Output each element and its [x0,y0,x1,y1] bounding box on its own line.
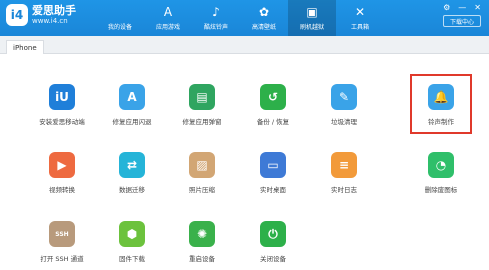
tool-label: 数据迁移 [119,186,145,194]
tool-label: 照片压缩 [189,186,215,194]
app-store-icon: A [163,5,173,19]
tool-label: 修复应用闪退 [112,118,152,126]
tool-item[interactable]: ▨ 照片压缩 [167,152,237,194]
tool-label: 安装爱思移动端 [39,118,85,126]
tool-label: 删除废图标 [424,186,458,194]
app-header: i4 爱思助手 www.i4.cn 我的设备 A 应用游戏 ♪ 酷炫铃声 ✿ 高清壁纸 ▣ 刷机… [0,0,489,36]
tool-label: 垃圾清理 [331,118,357,126]
nav-label: 应用游戏 [155,24,180,31]
nav-label: 工具箱 [350,24,369,31]
box-icon: ▣ [306,5,318,19]
tool-item[interactable]: iU 安装爱思移动端 [27,84,97,126]
tool-item[interactable]: ⬢ 固件下载 [97,221,167,263]
firmware-icon: ⬢ [119,221,145,247]
minimize-icon[interactable]: — [458,3,466,12]
nav-item[interactable]: ✿ 高清壁纸 [240,0,288,36]
power-icon: ⏻ [260,221,286,247]
highlight-box [410,74,472,134]
ssh-icon: SSH [49,221,75,247]
download-center-button[interactable]: 下载中心 [443,15,481,27]
tool-item[interactable]: ▤ 修复应用弹窗 [167,84,237,126]
device-tabbar: iPhone [0,36,489,54]
tool-item[interactable]: ✺ 重启设备 [167,221,237,263]
tool-item[interactable]: ◔ 删除废图标 [406,152,476,194]
nav-label: 我的设备 [107,24,132,31]
backup-icon: ↺ [260,84,286,110]
tool-label: 关闭设备 [260,255,286,263]
tools-icon: ✕ [354,5,366,19]
tool-label: 重启设备 [189,255,215,263]
tool-label: 修复应用弹窗 [182,118,222,126]
close-icon[interactable]: ✕ [474,3,481,12]
logo-badge: i4 [6,4,28,26]
tool-item[interactable]: A 修复应用闪退 [97,84,167,126]
photo-icon: ▨ [189,152,215,178]
tab-device[interactable]: iPhone [6,40,44,54]
nav-item[interactable]: 我的设备 [96,0,144,36]
main-nav: 我的设备 A 应用游戏 ♪ 酷炫铃声 ✿ 高清壁纸 ▣ 刷机越狱 ✕ 工具箱 [96,0,384,36]
data-migrate-icon: ⇄ [119,152,145,178]
app-name: 爱思助手 [32,3,76,17]
log-icon: ≡ [331,152,357,178]
broom-icon: ✎ [331,84,357,110]
app-logo: i4 爱思助手 www.i4.cn [6,4,76,26]
nav-item[interactable]: ✕ 工具箱 [336,0,384,36]
tool-item[interactable]: ✎ 垃圾清理 [309,84,379,126]
window-controls: ⚙ — ✕ [443,3,481,12]
i4-mobile-icon: iU [49,84,75,110]
tool-label: 实时日志 [331,186,357,194]
tool-label: 固件下载 [119,255,145,263]
nav-label: 刷机越狱 [299,24,324,31]
nav-item[interactable]: ▣ 刷机越狱 [288,0,336,36]
settings-icon[interactable]: ⚙ [443,3,450,12]
nav-label: 酷炫铃声 [203,24,228,31]
tool-item[interactable]: ▶ 视频转换 [27,152,97,194]
delete-icon-icon: ◔ [428,152,454,178]
app-repair-icon: A [119,84,145,110]
tool-label: 视频转换 [49,186,75,194]
bell-icon: ♪ [212,5,220,19]
apple-icon [113,5,128,20]
wallpaper-icon: ✿ [258,5,270,19]
nav-label: 高清壁纸 [251,24,276,31]
app-url: www.i4.cn [32,16,68,25]
tool-item[interactable]: ↺ 备份 / 恢复 [238,84,308,126]
tool-item[interactable]: ▭ 实时桌面 [238,152,308,194]
tool-item[interactable]: ≡ 实时日志 [309,152,379,194]
tool-item[interactable]: SSH 打开 SSH 通道 [27,221,97,263]
tool-item[interactable]: ⏻ 关闭设备 [238,221,308,263]
restart-icon: ✺ [189,221,215,247]
popup-repair-icon: ▤ [189,84,215,110]
video-convert-icon: ▶ [49,152,75,178]
tool-item[interactable]: ⇄ 数据迁移 [97,152,167,194]
tool-label: 打开 SSH 通道 [40,255,84,263]
desktop-icon: ▭ [260,152,286,178]
tool-label: 实时桌面 [260,186,286,194]
nav-item[interactable]: A 应用游戏 [144,0,192,36]
tool-label: 备份 / 恢复 [256,118,290,126]
nav-item[interactable]: ♪ 酷炫铃声 [192,0,240,36]
